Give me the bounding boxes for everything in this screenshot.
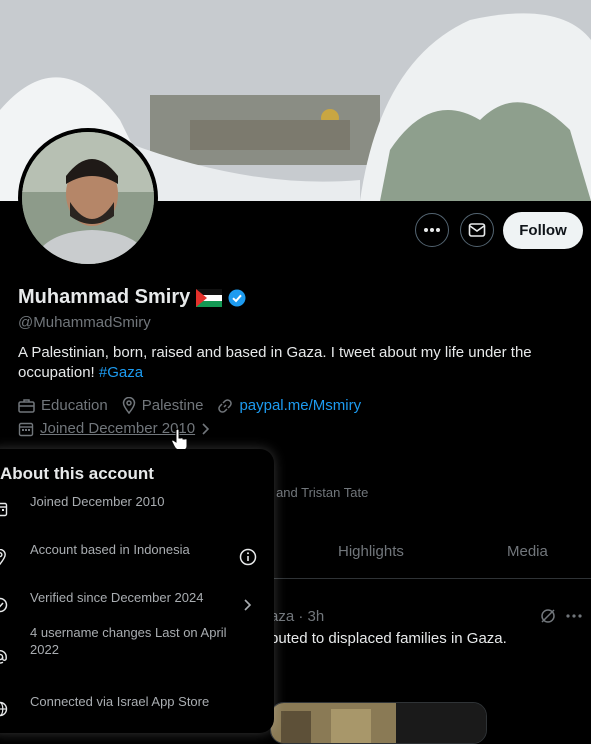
location-label: Palestine xyxy=(141,397,204,414)
avatar-image xyxy=(22,132,154,264)
category-label: Education xyxy=(41,397,108,414)
globe-icon xyxy=(0,701,8,717)
followed-by-text[interactable]: nt, and Tristan Tate xyxy=(258,485,368,500)
info-icon[interactable] xyxy=(239,548,257,566)
profile-name: Muhammad Smiry xyxy=(18,286,191,308)
avatar[interactable] xyxy=(18,128,158,268)
post-actions xyxy=(540,608,582,624)
post-media-image xyxy=(271,703,486,743)
tab-media[interactable]: Media xyxy=(507,543,548,560)
chevron-right-icon xyxy=(244,599,252,611)
post-more-icon[interactable] xyxy=(566,613,582,619)
briefcase-icon xyxy=(18,398,35,413)
about-item-text: Verified since December 2024 xyxy=(30,589,204,605)
follow-button[interactable]: Follow xyxy=(503,212,583,249)
profile-handle: @MuhammadSmiry xyxy=(18,314,151,331)
calendar-icon xyxy=(18,422,34,436)
more-options-button[interactable] xyxy=(415,213,449,247)
profile-name-row: Muhammad Smiry xyxy=(18,286,246,309)
post-text: buted to displaced families in Gaza. xyxy=(270,630,507,647)
profile-website: paypal.me/Msmiry xyxy=(217,397,361,414)
calendar-icon xyxy=(0,502,8,517)
grok-icon[interactable] xyxy=(540,608,556,624)
tab-highlights[interactable]: Highlights xyxy=(338,543,404,560)
more-dots-icon xyxy=(424,228,440,232)
profile-bio: A Palestinian, born, raised and based in… xyxy=(18,343,573,383)
location-pin-icon xyxy=(0,549,6,565)
about-item-text: Joined December 2010 xyxy=(30,493,165,509)
profile-meta: Education Palestine paypal.me/Msmiry xyxy=(18,397,361,414)
post-media[interactable] xyxy=(270,702,487,744)
about-item-text: 4 username changes Last on April 2022 xyxy=(30,625,227,657)
about-account-popup: About this account Joined December 2010 … xyxy=(0,449,274,733)
about-item-text: Connected via Israel App Store xyxy=(30,693,210,709)
bio-hashtag-link[interactable]: #Gaza xyxy=(99,364,143,381)
location-pin-icon xyxy=(122,397,135,414)
about-item-text: Account based in Indonesia xyxy=(30,541,190,557)
link-icon xyxy=(218,398,233,413)
chevron-right-icon xyxy=(202,422,210,435)
verified-badge-icon xyxy=(0,597,8,613)
post-meta: aza · 3h xyxy=(270,608,325,625)
profile-location: Palestine xyxy=(122,397,204,414)
palestine-flag-icon xyxy=(196,288,223,307)
verified-badge-icon[interactable] xyxy=(228,289,246,307)
bio-text: A Palestinian, born, raised and based in… xyxy=(18,344,532,381)
website-link[interactable]: paypal.me/Msmiry xyxy=(239,397,361,414)
envelope-icon xyxy=(468,223,486,237)
message-button[interactable] xyxy=(460,213,494,247)
profile-category: Education xyxy=(18,397,108,414)
at-sign-icon xyxy=(0,650,7,664)
popup-title: About this account xyxy=(0,464,154,483)
